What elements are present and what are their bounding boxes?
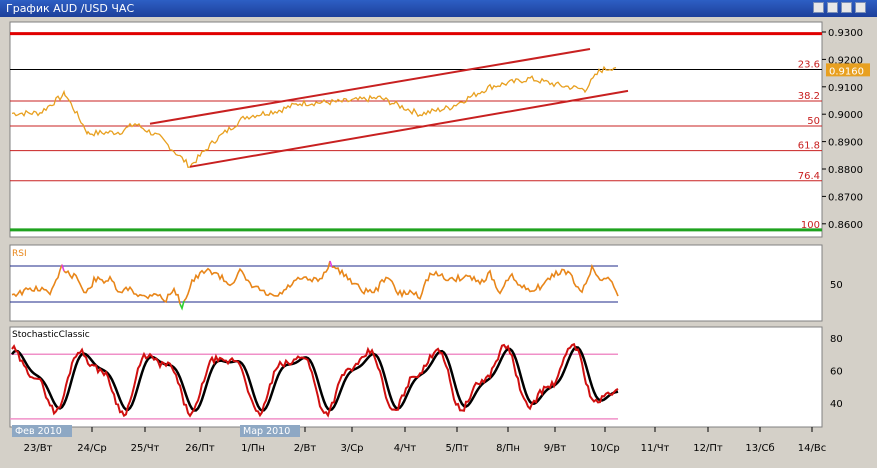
time-axis-label: 24/Ср (77, 443, 106, 454)
price-axis-label: 0.9000 (828, 110, 863, 121)
price-axis-label: 0.8700 (828, 192, 863, 203)
price-axis-label: 0.9100 (828, 83, 863, 94)
stoch-axis-label: 80 (830, 334, 843, 345)
rsi-panel[interactable] (9, 244, 823, 322)
time-axis-label: 11/Чт (641, 443, 670, 454)
close-icon[interactable] (855, 2, 866, 13)
time-axis-label: 23/Вт (24, 443, 53, 454)
time-axis-label: 8/Пн (496, 443, 520, 454)
chart-frame: 23.6 38.2 50 61.8 76.4 100 0.9300 0.9200 0.9100… (0, 17, 877, 464)
restore-icon[interactable] (841, 2, 852, 13)
chart-svg: 23.638.25061.876.4100 0.93000.92000.9100… (9, 21, 870, 454)
time-axis-label: 3/Ср (340, 443, 363, 454)
fib-level-label: 38.2 (798, 91, 820, 102)
time-axis-label: 26/Пт (185, 443, 215, 454)
time-axis-label: 2/Вт (294, 443, 317, 454)
minimize-icon[interactable] (827, 2, 838, 13)
time-axis-label: 10/Ср (590, 443, 619, 454)
window-title: График AUD /USD ЧАС (6, 2, 135, 15)
fib-level-label: 76.4 (798, 171, 820, 182)
time-axis-label: 4/Чт (394, 443, 417, 454)
stoch-label: StochasticClassic (12, 330, 90, 340)
month-label: Мар 2010 (243, 426, 290, 437)
stoch-axis-label: 40 (830, 399, 843, 410)
fib-level-label: 50 (807, 116, 820, 127)
time-axis-label: 12/Пт (693, 443, 723, 454)
time-axis-label: 9/Вт (544, 443, 567, 454)
price-axis-label: 0.8600 (828, 220, 863, 231)
time-axis-label: 5/Пт (445, 443, 468, 454)
time-axis-label: 13/Сб (745, 443, 774, 454)
time-axis-label: 14/Вс (798, 443, 826, 454)
month-label: Фев 2010 (15, 426, 62, 437)
time-axis-label: 25/Чт (131, 443, 160, 454)
price-panel[interactable] (9, 21, 823, 238)
stoch-axis-label: 60 (830, 366, 843, 377)
rsi-label: RSI (12, 249, 27, 259)
current-price-text: 0.9160 (829, 66, 864, 77)
price-axis-label: 0.9300 (828, 28, 863, 39)
fib-level-label: 100 (801, 220, 820, 231)
menu-icon[interactable] (813, 2, 824, 13)
price-axis-label: 0.8800 (828, 165, 863, 176)
time-axis-label: 1/Пн (241, 443, 265, 454)
fib-level-label: 61.8 (798, 141, 820, 152)
fib-level-label: 23.6 (798, 60, 820, 71)
price-axis-label: 0.8900 (828, 138, 863, 149)
window-titlebar: График AUD /USD ЧАС (0, 0, 877, 17)
rsi-axis-label: 50 (830, 280, 843, 291)
